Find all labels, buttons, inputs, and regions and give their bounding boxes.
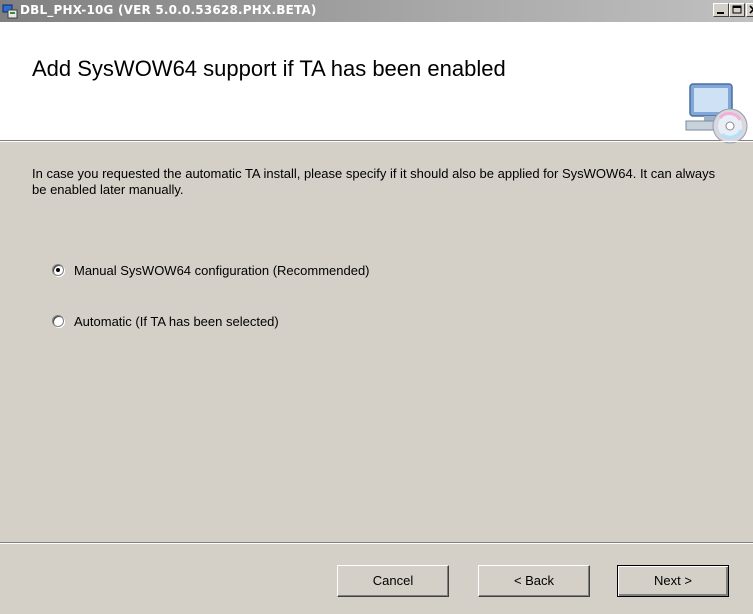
option-manual-label[interactable]: Manual SysWOW64 configuration (Recommend… bbox=[74, 263, 370, 278]
maximize-icon bbox=[732, 5, 742, 14]
installer-app-icon bbox=[2, 3, 18, 19]
window-title: DBL_PHX-10G (VER 5.0.0.53628.PHX.BETA) bbox=[20, 3, 317, 17]
maximize-button[interactable] bbox=[729, 3, 745, 17]
minimize-button[interactable] bbox=[713, 3, 729, 17]
option-manual[interactable]: Manual SysWOW64 configuration (Recommend… bbox=[52, 260, 370, 280]
installer-window: DBL_PHX-10G (VER 5.0.0.53628.PHX.BETA) A… bbox=[0, 0, 753, 614]
option-automatic-label[interactable]: Automatic (If TA has been selected) bbox=[74, 314, 279, 329]
back-button[interactable]: < Back bbox=[478, 565, 590, 597]
footer-divider-highlight bbox=[0, 543, 753, 544]
close-icon bbox=[749, 5, 753, 14]
radio-manual[interactable] bbox=[52, 264, 64, 276]
title-bar[interactable]: DBL_PHX-10G (VER 5.0.0.53628.PHX.BETA) bbox=[0, 0, 753, 22]
option-automatic[interactable]: Automatic (If TA has been selected) bbox=[52, 311, 279, 331]
minimize-icon bbox=[717, 12, 724, 14]
computer-cd-icon bbox=[684, 82, 748, 146]
radio-automatic[interactable] bbox=[52, 315, 64, 327]
banner-divider bbox=[0, 141, 753, 142]
next-button[interactable]: Next > bbox=[617, 565, 729, 597]
instructions-text: In case you requested the automatic TA i… bbox=[32, 166, 716, 197]
header-banner: Add SysWOW64 support if TA has been enab… bbox=[0, 22, 753, 144]
cancel-button[interactable]: Cancel bbox=[337, 565, 449, 597]
page-title: Add SysWOW64 support if TA has been enab… bbox=[32, 56, 506, 81]
close-button[interactable] bbox=[746, 3, 753, 17]
